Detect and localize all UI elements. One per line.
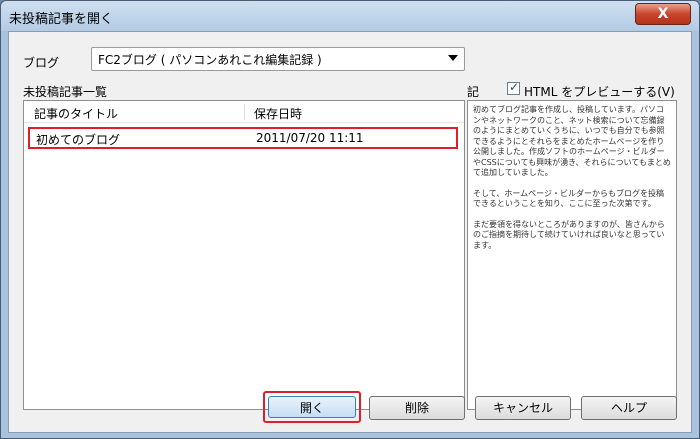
preview-label: 記 <box>467 85 480 99</box>
html-preview-checkbox[interactable]: ✓ <box>507 80 520 95</box>
preview-pane[interactable]: 初めてブログ記事を作成し、投稿しています。パソコンやネットワークのこと、ネット検… <box>467 100 677 410</box>
help-button[interactable]: ヘルプ <box>581 396 677 420</box>
preview-paragraph: そして、ホームページ・ビルダーからもブログを投稿できるということを知り、ここに至… <box>473 188 664 209</box>
blog-select[interactable]: FC2ブログ ( パソコンあれこれ編集記録 ) <box>91 47 465 71</box>
dialog-body: ブログ FC2ブログ ( パソコンあれこれ編集記録 ) 未投稿記事一覧 記事のタ… <box>8 31 692 433</box>
list-header: 記事のタイトル 保存日時 <box>24 101 464 123</box>
title-bar[interactable]: 未投稿記事を開く X <box>1 1 699 31</box>
column-divider[interactable] <box>244 104 245 120</box>
column-header-title[interactable]: 記事のタイトル <box>34 105 118 122</box>
checkmark-icon: ✓ <box>509 80 520 94</box>
window-title: 未投稿記事を開く <box>9 12 114 27</box>
dialog-window: 未投稿記事を開く X ブログ FC2ブログ ( パソコンあれこれ編集記録 ) 未… <box>0 0 700 439</box>
blog-select-value: FC2ブログ ( パソコンあれこれ編集記録 ) <box>98 53 322 67</box>
chevron-down-icon <box>448 55 458 61</box>
cancel-button[interactable]: キャンセル <box>475 396 571 420</box>
open-button-highlight[interactable]: 開く <box>263 391 361 423</box>
close-button[interactable]: X <box>635 3 691 25</box>
list-item-title: 初めてのブログ <box>36 133 121 147</box>
list-item-date: 2011/07/20 11:11 <box>256 131 364 145</box>
draft-list-label: 未投稿記事一覧 <box>23 85 108 99</box>
preview-paragraph: 初めてブログ記事を作成し、投稿しています。パソコンやネットワークのこと、ネット検… <box>473 105 671 177</box>
blog-label: ブログ <box>23 56 60 70</box>
preview-paragraph: まだ要領を得ないところがありますのが、皆さんからのご指摘を期待して続けていければ… <box>473 219 665 250</box>
delete-button[interactable]: 削除 <box>369 396 465 420</box>
open-button[interactable]: 開く <box>268 396 356 418</box>
html-preview-checkbox-label[interactable]: HTML をプレビューする(V) <box>524 83 675 100</box>
list-item[interactable]: 初めてのブログ 2011/07/20 11:11 <box>28 127 458 149</box>
column-header-date[interactable]: 保存日時 <box>254 105 302 122</box>
draft-list[interactable]: 記事のタイトル 保存日時 初めてのブログ 2011/07/20 11:11 <box>23 100 465 410</box>
